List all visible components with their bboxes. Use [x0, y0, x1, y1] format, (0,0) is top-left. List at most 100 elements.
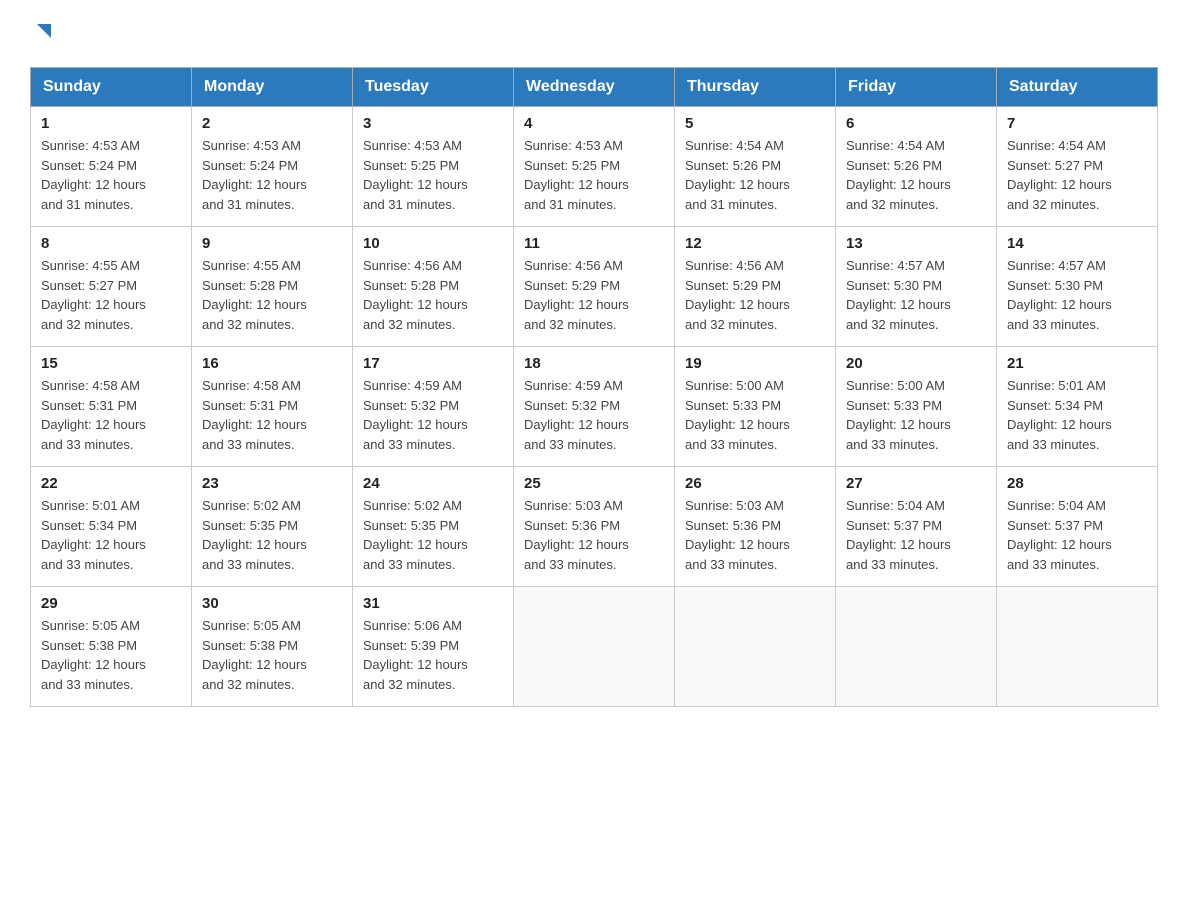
day-info: Sunrise: 5:06 AMSunset: 5:39 PMDaylight:… [363, 618, 468, 692]
calendar-day-cell: 7 Sunrise: 4:54 AMSunset: 5:27 PMDayligh… [997, 107, 1158, 227]
calendar-day-cell: 13 Sunrise: 4:57 AMSunset: 5:30 PMDaylig… [836, 227, 997, 347]
calendar-day-cell [997, 587, 1158, 707]
day-info: Sunrise: 4:58 AMSunset: 5:31 PMDaylight:… [41, 378, 146, 452]
day-info: Sunrise: 4:53 AMSunset: 5:25 PMDaylight:… [524, 138, 629, 212]
calendar-week-row: 15 Sunrise: 4:58 AMSunset: 5:31 PMDaylig… [31, 347, 1158, 467]
weekday-header-tuesday: Tuesday [353, 68, 514, 107]
day-info: Sunrise: 4:59 AMSunset: 5:32 PMDaylight:… [363, 378, 468, 452]
day-number: 14 [1007, 235, 1147, 252]
calendar-day-cell: 23 Sunrise: 5:02 AMSunset: 5:35 PMDaylig… [192, 467, 353, 587]
calendar-day-cell: 14 Sunrise: 4:57 AMSunset: 5:30 PMDaylig… [997, 227, 1158, 347]
calendar-day-cell: 11 Sunrise: 4:56 AMSunset: 5:29 PMDaylig… [514, 227, 675, 347]
calendar-week-row: 8 Sunrise: 4:55 AMSunset: 5:27 PMDayligh… [31, 227, 1158, 347]
weekday-header-friday: Friday [836, 68, 997, 107]
weekday-header-monday: Monday [192, 68, 353, 107]
calendar-day-cell: 27 Sunrise: 5:04 AMSunset: 5:37 PMDaylig… [836, 467, 997, 587]
calendar-day-cell: 16 Sunrise: 4:58 AMSunset: 5:31 PMDaylig… [192, 347, 353, 467]
calendar-day-cell: 17 Sunrise: 4:59 AMSunset: 5:32 PMDaylig… [353, 347, 514, 467]
day-info: Sunrise: 4:56 AMSunset: 5:29 PMDaylight:… [524, 258, 629, 332]
day-info: Sunrise: 4:55 AMSunset: 5:27 PMDaylight:… [41, 258, 146, 332]
calendar-day-cell [836, 587, 997, 707]
calendar-day-cell: 2 Sunrise: 4:53 AMSunset: 5:24 PMDayligh… [192, 107, 353, 227]
weekday-header-wednesday: Wednesday [514, 68, 675, 107]
calendar-table: SundayMondayTuesdayWednesdayThursdayFrid… [30, 67, 1158, 707]
day-number: 8 [41, 235, 181, 252]
day-number: 17 [363, 355, 503, 372]
calendar-day-cell: 21 Sunrise: 5:01 AMSunset: 5:34 PMDaylig… [997, 347, 1158, 467]
day-info: Sunrise: 5:04 AMSunset: 5:37 PMDaylight:… [1007, 498, 1112, 572]
calendar-week-row: 1 Sunrise: 4:53 AMSunset: 5:24 PMDayligh… [31, 107, 1158, 227]
day-number: 21 [1007, 355, 1147, 372]
day-number: 1 [41, 115, 181, 132]
day-info: Sunrise: 4:53 AMSunset: 5:24 PMDaylight:… [202, 138, 307, 212]
day-info: Sunrise: 4:53 AMSunset: 5:24 PMDaylight:… [41, 138, 146, 212]
day-info: Sunrise: 4:57 AMSunset: 5:30 PMDaylight:… [1007, 258, 1112, 332]
weekday-header-thursday: Thursday [675, 68, 836, 107]
calendar-day-cell: 15 Sunrise: 4:58 AMSunset: 5:31 PMDaylig… [31, 347, 192, 467]
calendar-day-cell: 20 Sunrise: 5:00 AMSunset: 5:33 PMDaylig… [836, 347, 997, 467]
day-number: 5 [685, 115, 825, 132]
day-info: Sunrise: 5:02 AMSunset: 5:35 PMDaylight:… [363, 498, 468, 572]
day-number: 31 [363, 595, 503, 612]
day-number: 2 [202, 115, 342, 132]
day-info: Sunrise: 4:54 AMSunset: 5:27 PMDaylight:… [1007, 138, 1112, 212]
day-number: 29 [41, 595, 181, 612]
day-number: 15 [41, 355, 181, 372]
day-info: Sunrise: 5:00 AMSunset: 5:33 PMDaylight:… [846, 378, 951, 452]
day-number: 30 [202, 595, 342, 612]
day-number: 16 [202, 355, 342, 372]
calendar-day-cell: 5 Sunrise: 4:54 AMSunset: 5:26 PMDayligh… [675, 107, 836, 227]
calendar-day-cell: 31 Sunrise: 5:06 AMSunset: 5:39 PMDaylig… [353, 587, 514, 707]
day-number: 6 [846, 115, 986, 132]
day-number: 4 [524, 115, 664, 132]
calendar-day-cell: 4 Sunrise: 4:53 AMSunset: 5:25 PMDayligh… [514, 107, 675, 227]
day-number: 19 [685, 355, 825, 372]
day-number: 10 [363, 235, 503, 252]
day-info: Sunrise: 4:56 AMSunset: 5:29 PMDaylight:… [685, 258, 790, 332]
day-number: 3 [363, 115, 503, 132]
day-number: 20 [846, 355, 986, 372]
calendar-day-cell: 6 Sunrise: 4:54 AMSunset: 5:26 PMDayligh… [836, 107, 997, 227]
day-info: Sunrise: 5:00 AMSunset: 5:33 PMDaylight:… [685, 378, 790, 452]
calendar-day-cell: 24 Sunrise: 5:02 AMSunset: 5:35 PMDaylig… [353, 467, 514, 587]
calendar-day-cell: 30 Sunrise: 5:05 AMSunset: 5:38 PMDaylig… [192, 587, 353, 707]
day-number: 26 [685, 475, 825, 492]
calendar-day-cell: 10 Sunrise: 4:56 AMSunset: 5:28 PMDaylig… [353, 227, 514, 347]
day-info: Sunrise: 4:57 AMSunset: 5:30 PMDaylight:… [846, 258, 951, 332]
day-number: 27 [846, 475, 986, 492]
calendar-day-cell: 25 Sunrise: 5:03 AMSunset: 5:36 PMDaylig… [514, 467, 675, 587]
day-info: Sunrise: 4:55 AMSunset: 5:28 PMDaylight:… [202, 258, 307, 332]
calendar-day-cell: 8 Sunrise: 4:55 AMSunset: 5:27 PMDayligh… [31, 227, 192, 347]
day-info: Sunrise: 4:58 AMSunset: 5:31 PMDaylight:… [202, 378, 307, 452]
day-number: 11 [524, 235, 664, 252]
calendar-day-cell: 28 Sunrise: 5:04 AMSunset: 5:37 PMDaylig… [997, 467, 1158, 587]
weekday-header-saturday: Saturday [997, 68, 1158, 107]
calendar-day-cell: 3 Sunrise: 4:53 AMSunset: 5:25 PMDayligh… [353, 107, 514, 227]
day-number: 22 [41, 475, 181, 492]
day-number: 23 [202, 475, 342, 492]
calendar-day-cell: 19 Sunrise: 5:00 AMSunset: 5:33 PMDaylig… [675, 347, 836, 467]
calendar-day-cell [675, 587, 836, 707]
day-info: Sunrise: 5:05 AMSunset: 5:38 PMDaylight:… [202, 618, 307, 692]
day-number: 7 [1007, 115, 1147, 132]
page-header [30, 20, 1158, 47]
day-info: Sunrise: 4:56 AMSunset: 5:28 PMDaylight:… [363, 258, 468, 332]
calendar-day-cell: 22 Sunrise: 5:01 AMSunset: 5:34 PMDaylig… [31, 467, 192, 587]
day-info: Sunrise: 4:54 AMSunset: 5:26 PMDaylight:… [685, 138, 790, 212]
day-number: 18 [524, 355, 664, 372]
day-info: Sunrise: 5:01 AMSunset: 5:34 PMDaylight:… [41, 498, 146, 572]
logo [30, 20, 55, 47]
day-info: Sunrise: 5:02 AMSunset: 5:35 PMDaylight:… [202, 498, 307, 572]
logo-arrow-icon [33, 20, 55, 47]
day-number: 25 [524, 475, 664, 492]
day-number: 28 [1007, 475, 1147, 492]
day-info: Sunrise: 5:03 AMSunset: 5:36 PMDaylight:… [685, 498, 790, 572]
calendar-day-cell [514, 587, 675, 707]
calendar-day-cell: 18 Sunrise: 4:59 AMSunset: 5:32 PMDaylig… [514, 347, 675, 467]
calendar-header-row: SundayMondayTuesdayWednesdayThursdayFrid… [31, 68, 1158, 107]
calendar-day-cell: 26 Sunrise: 5:03 AMSunset: 5:36 PMDaylig… [675, 467, 836, 587]
day-info: Sunrise: 5:05 AMSunset: 5:38 PMDaylight:… [41, 618, 146, 692]
day-info: Sunrise: 5:03 AMSunset: 5:36 PMDaylight:… [524, 498, 629, 572]
day-number: 12 [685, 235, 825, 252]
day-number: 13 [846, 235, 986, 252]
